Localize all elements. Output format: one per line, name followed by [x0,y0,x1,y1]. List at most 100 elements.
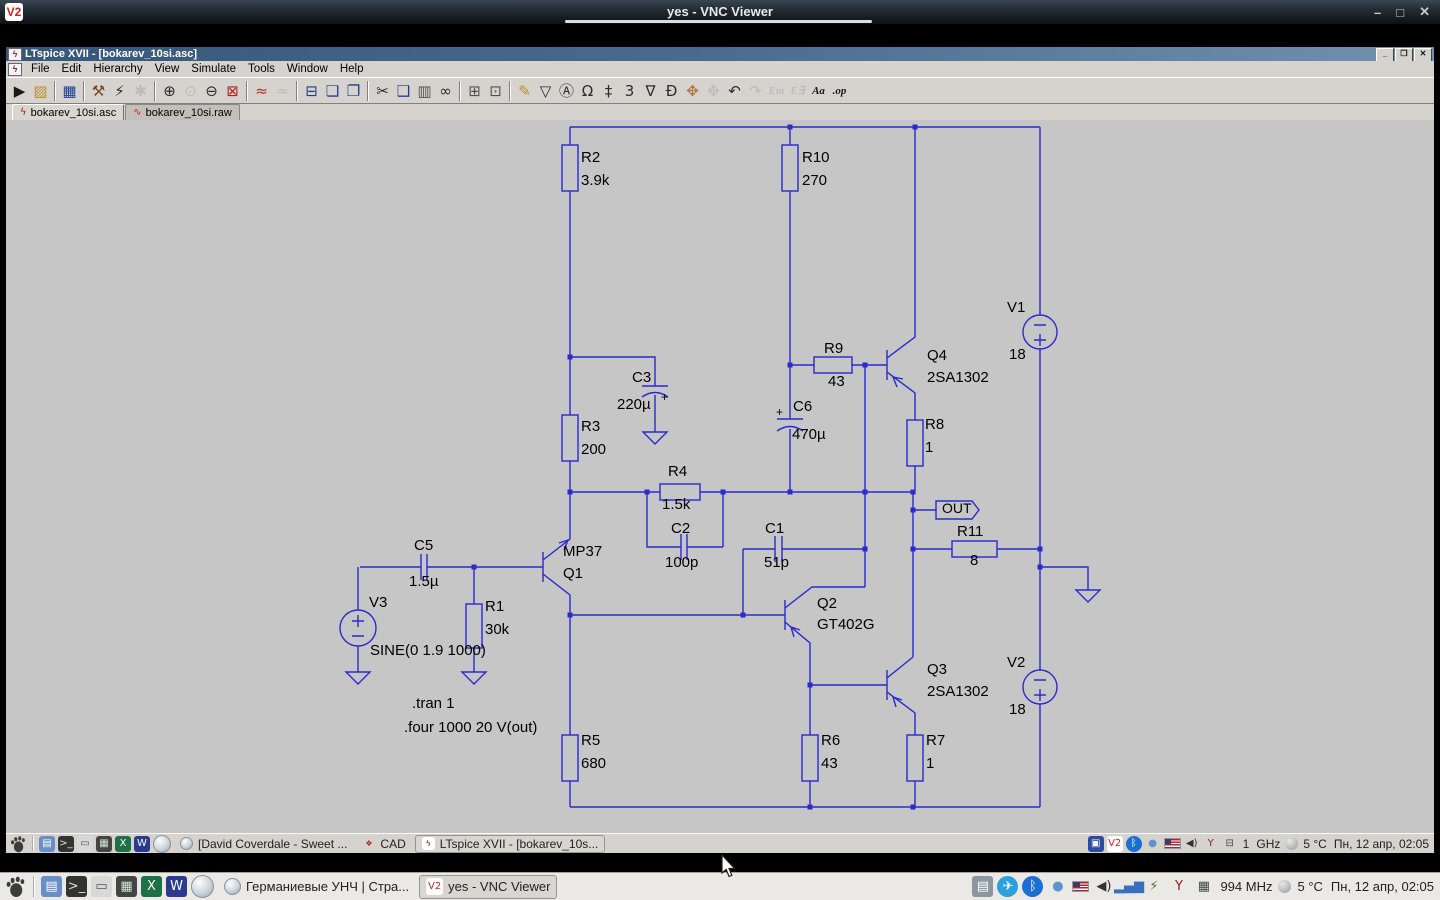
gnome-menu-icon[interactable] [9,835,27,853]
word-icon[interactable]: W [166,876,187,897]
terminal-icon[interactable]: >_ [66,876,87,897]
window-minimize-button[interactable]: _ [1376,48,1394,62]
word-icon[interactable]: W [134,835,150,852]
drive-icon[interactable]: ▭ [91,876,112,897]
bluetooth-icon[interactable]: ᛒ [1022,876,1044,897]
zoom-out-icon[interactable]: ⊖ [201,80,222,102]
vnc-minimize-button[interactable]: – [1374,5,1381,20]
telegram-icon[interactable]: ✈ [997,876,1019,897]
schematic-canvas[interactable]: R2 3.9k R10 270 V1 18 R9 43 Q4 2SA1302 C3 220µ + C6 47… [6,120,1434,833]
menu-help[interactable]: Help [334,61,370,77]
battery-icon[interactable]: ⊟ [1222,836,1238,852]
run-icon[interactable]: ⚡ [109,80,130,102]
weather-icon[interactable] [1285,837,1299,850]
bluetooth-icon[interactable]: ᛒ [1125,835,1142,852]
cad-icon[interactable]: ❖ [362,837,375,850]
browser-icon[interactable] [191,875,214,898]
volume-icon[interactable]: ◀) [1093,876,1114,897]
capacitor-icon[interactable]: ‡ [598,80,619,102]
cascade-windows-icon[interactable]: ❏ [322,80,343,102]
zoom-in-icon[interactable]: ⊕ [159,80,180,102]
weather-icon[interactable] [1278,880,1292,893]
keyboard-layout-us-icon[interactable] [1072,881,1090,892]
spice-directive-icon[interactable]: .op [829,80,850,102]
document-icon: ϟ [8,62,22,76]
component-icon[interactable]: Ð [661,80,682,102]
inductor-icon[interactable]: 3 [619,80,640,102]
terminal-icon[interactable]: >_ [58,835,74,852]
menu-edit[interactable]: Edit [56,61,88,77]
arrange-icons-icon[interactable]: ❐ [343,80,364,102]
wine-icon[interactable]: Y [1203,836,1219,852]
cut-icon[interactable]: ✂ [372,80,393,102]
ground-icon[interactable]: ▽ [535,80,556,102]
file-sync-icon[interactable]: ▤ [972,876,994,897]
task-cad[interactable]: ❖ CAD [356,836,411,852]
gnome-menu-icon[interactable] [4,875,27,898]
window-restore-button[interactable]: ❐ [1395,48,1413,62]
resistor-icon[interactable]: Ω [577,80,598,102]
calculator-icon[interactable]: ▦ [96,835,112,852]
net-label-icon[interactable]: Ⓐ [556,80,577,102]
schematic-label: Q3 [927,661,948,678]
menu-view[interactable]: View [149,61,186,77]
control-panel-icon[interactable]: ⚒ [88,80,109,102]
drive-icon[interactable]: ▭ [77,835,93,852]
move-icon[interactable]: ✥ [682,80,703,102]
task-music-player[interactable]: [David Coverdale - Sweet ... [174,836,353,852]
open-icon[interactable]: ▨ [30,80,51,102]
vnc-maximize-button[interactable]: □ [1396,5,1404,20]
text-icon[interactable]: Aa [808,80,829,102]
vnc-tray-icon[interactable]: V2 [1106,835,1123,852]
globe-icon[interactable] [224,878,241,895]
file-manager-icon[interactable]: ▤ [39,835,55,852]
cpu-chip-icon[interactable]: ▦ [1193,876,1214,897]
tile-windows-icon[interactable]: ⊟ [301,80,322,102]
excel-icon[interactable]: X [115,835,131,852]
calculator-icon[interactable]: ▦ [116,876,137,897]
file-manager-icon[interactable]: ▤ [41,876,62,897]
task-browser[interactable]: Германиевые УНЧ | Стра... [218,876,415,898]
task-vnc-viewer[interactable]: V2 yes - VNC Viewer [419,874,558,899]
print-preview-icon[interactable]: ⊡ [485,80,506,102]
menu-file[interactable]: File [25,61,56,77]
signal-bars-icon[interactable]: ▂▄▆ [1114,876,1144,897]
tab-bokarev_10si.raw[interactable]: ∿ bokarev_10si.raw [125,104,240,120]
clock[interactable]: Пн, 12 апр, 02:05 [1331,879,1434,894]
ltspice-icon[interactable]: ϟ [421,837,435,850]
globe-icon[interactable] [180,837,193,850]
water-drop-icon[interactable]: ● [1047,876,1068,897]
vnc-close-button[interactable]: ✕ [1419,4,1430,20]
wire-icon[interactable]: ✎ [514,80,535,102]
menu-hierarchy[interactable]: Hierarchy [87,61,148,77]
menu-window[interactable]: Window [281,61,334,77]
excel-icon[interactable]: X [141,876,162,897]
copy-icon[interactable]: ❑ [393,80,414,102]
battery-charging-icon[interactable]: ⚡ [1143,876,1164,897]
volume-icon[interactable]: ◀) [1184,836,1200,852]
menu-tools[interactable]: Tools [242,61,281,77]
save-icon[interactable]: ▦ [59,80,80,102]
paste-icon[interactable]: ▥ [414,80,435,102]
zoom-full-extents-icon[interactable]: ⊠ [222,80,243,102]
clock[interactable]: Пн, 12 апр, 02:05 [1334,837,1429,851]
diode-icon[interactable]: ∇ [640,80,661,102]
undo-icon[interactable]: ↶ [724,80,745,102]
vnc-icon[interactable]: V2 [426,878,444,895]
find-icon[interactable]: ∞ [435,80,456,102]
ltspice-titlebar[interactable]: ϟ LTspice XVII - [bokarev_10si.asc] _ ❐ ✕ [6,47,1434,62]
tab-bokarev_10si.asc[interactable]: ϟ bokarev_10si.asc [12,104,125,120]
mirror-icon: Em [768,84,785,97]
browser-icon[interactable] [153,834,171,853]
window-close-button[interactable]: ✕ [1414,48,1432,62]
new-schematic-icon[interactable]: ▶ [9,80,30,102]
vnc-toolbar-grip[interactable] [565,20,872,23]
plot-settings-icon[interactable]: ≈ [251,80,272,102]
session-save-icon[interactable]: ▣ [1087,835,1104,852]
wine-icon[interactable]: Y [1168,876,1189,897]
keyboard-layout-us-icon[interactable] [1163,838,1181,849]
print-icon[interactable]: ⊞ [464,80,485,102]
menu-simulate[interactable]: Simulate [185,61,242,77]
water-drop-icon[interactable]: ● [1145,836,1161,852]
task-ltspice[interactable]: ϟ LTspice XVII - [bokarev_10s... [414,834,606,853]
